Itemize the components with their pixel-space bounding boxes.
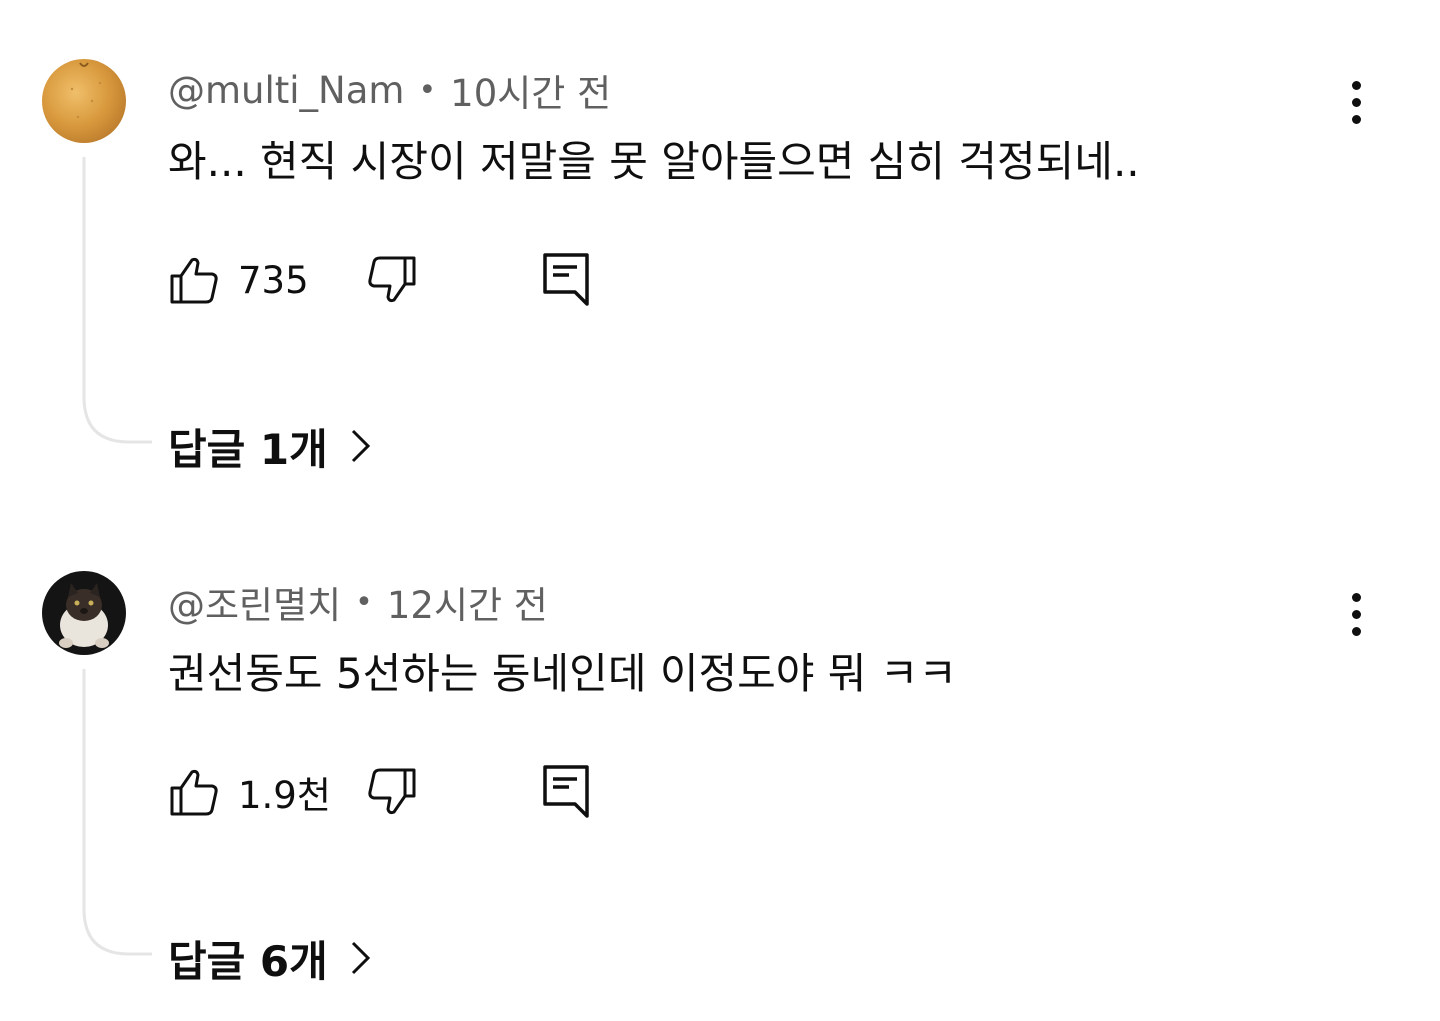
more-dot [1351, 114, 1361, 124]
more-vertical-icon [1351, 80, 1361, 90]
comment-actions: 735 [168, 250, 628, 310]
more-vertical-icon [1351, 592, 1361, 602]
comment-actions: 1.9천 [168, 762, 628, 822]
meta-separator: • [418, 72, 437, 108]
thumbs-down-icon [368, 256, 416, 303]
replies-count-label: 답글 6개 [168, 936, 328, 986]
cat-avatar-icon[interactable] [42, 571, 126, 655]
author-name[interactable]: @조린멸치 [168, 575, 341, 629]
more-dot [1351, 609, 1361, 619]
comment-meta: @multi_Nam • 10시간 전 [168, 64, 611, 116]
comment-item: @조린멸치 • 12시간 전 권선동도 5선하는 동네인데 이정도야 뭐 ㅋㅋ … [0, 512, 1440, 1021]
chevron-right-icon [351, 941, 370, 975]
like-button[interactable]: 735 [168, 250, 309, 310]
comment-time: 10시간 전 [450, 72, 612, 115]
more-options-button[interactable] [1330, 588, 1382, 640]
thumbs-up-icon [170, 257, 218, 304]
comment-text: 권선동도 5선하는 동네인데 이정도야 뭐 ㅋㅋ [168, 649, 957, 698]
dislike-button[interactable] [366, 766, 418, 818]
comment-meta: @조린멸치 • 12시간 전 [168, 576, 548, 628]
dislike-button[interactable] [366, 254, 418, 306]
replies-count-label: 답글 1개 [168, 424, 328, 474]
reply-button[interactable] [542, 764, 592, 820]
comment-item: @multi_Nam • 10시간 전 와... 현직 시장이 저말을 못 알아… [0, 0, 1440, 510]
more-options-button[interactable] [1330, 76, 1382, 128]
reply-comment-icon [543, 253, 589, 306]
more-dot [1351, 97, 1361, 107]
thumbs-down-icon [368, 768, 416, 815]
meta-separator: • [355, 584, 373, 620]
like-button[interactable]: 1.9천 [168, 762, 331, 822]
more-dot [1351, 626, 1361, 636]
pear-avatar-icon[interactable] [42, 59, 126, 143]
like-count: 735 [238, 258, 309, 302]
comment-time: 12시간 전 [386, 584, 548, 627]
thumbs-up-icon [170, 769, 218, 816]
thread-line [82, 157, 152, 444]
reply-comment-icon [543, 765, 589, 818]
comment-text: 와... 현직 시장이 저말을 못 알아들으면 심히 걱정되네.. [168, 137, 1140, 186]
reply-button[interactable] [542, 252, 592, 308]
view-replies-button[interactable]: 답글 6개 [168, 928, 374, 988]
chevron-right-icon [351, 429, 370, 463]
author-name[interactable]: @multi_Nam [168, 69, 404, 112]
thread-line [82, 669, 152, 956]
comments-page: @multi_Nam • 10시간 전 와... 현직 시장이 저말을 못 알아… [0, 0, 1440, 1021]
view-replies-button[interactable]: 답글 1개 [168, 416, 374, 476]
like-count: 1.9천 [238, 774, 331, 817]
